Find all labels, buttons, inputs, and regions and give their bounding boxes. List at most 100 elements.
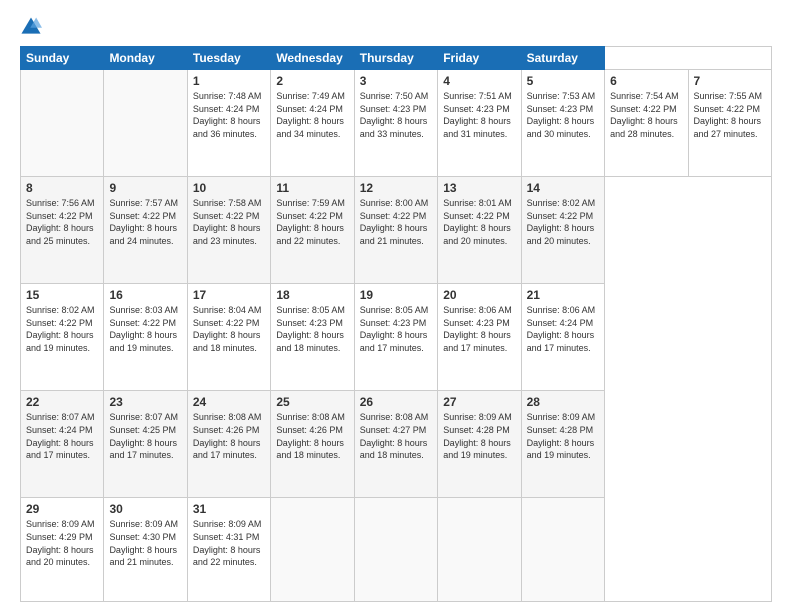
day-number: 15 bbox=[26, 288, 98, 302]
weekday-header-cell: Wednesday bbox=[271, 47, 354, 70]
day-number: 27 bbox=[443, 395, 515, 409]
calendar-day-cell: 10 Sunrise: 7:58 AMSunset: 4:22 PMDaylig… bbox=[187, 177, 270, 284]
day-number: 22 bbox=[26, 395, 98, 409]
weekday-header-cell: Sunday bbox=[21, 47, 104, 70]
calendar-day-cell: 26 Sunrise: 8:08 AMSunset: 4:27 PMDaylig… bbox=[354, 391, 437, 498]
calendar-day-cell: 5 Sunrise: 7:53 AMSunset: 4:23 PMDayligh… bbox=[521, 70, 604, 177]
calendar-day-cell: 3 Sunrise: 7:50 AMSunset: 4:23 PMDayligh… bbox=[354, 70, 437, 177]
day-info: Sunrise: 7:53 AMSunset: 4:23 PMDaylight:… bbox=[527, 91, 596, 139]
day-info: Sunrise: 8:01 AMSunset: 4:22 PMDaylight:… bbox=[443, 198, 512, 246]
day-info: Sunrise: 8:04 AMSunset: 4:22 PMDaylight:… bbox=[193, 305, 262, 353]
calendar-day-cell bbox=[438, 498, 521, 602]
day-info: Sunrise: 8:09 AMSunset: 4:28 PMDaylight:… bbox=[443, 412, 512, 460]
calendar-day-cell: 28 Sunrise: 8:09 AMSunset: 4:28 PMDaylig… bbox=[521, 391, 604, 498]
day-info: Sunrise: 8:07 AMSunset: 4:24 PMDaylight:… bbox=[26, 412, 95, 460]
header bbox=[20, 16, 772, 38]
calendar-body: 1 Sunrise: 7:48 AMSunset: 4:24 PMDayligh… bbox=[21, 70, 772, 602]
calendar-day-cell: 11 Sunrise: 7:59 AMSunset: 4:22 PMDaylig… bbox=[271, 177, 354, 284]
day-info: Sunrise: 7:49 AMSunset: 4:24 PMDaylight:… bbox=[276, 91, 345, 139]
calendar-day-cell: 16 Sunrise: 8:03 AMSunset: 4:22 PMDaylig… bbox=[104, 284, 187, 391]
weekday-header-cell: Saturday bbox=[521, 47, 604, 70]
day-number: 9 bbox=[109, 181, 181, 195]
day-number: 18 bbox=[276, 288, 348, 302]
day-info: Sunrise: 8:02 AMSunset: 4:22 PMDaylight:… bbox=[26, 305, 95, 353]
day-info: Sunrise: 7:50 AMSunset: 4:23 PMDaylight:… bbox=[360, 91, 429, 139]
day-info: Sunrise: 8:08 AMSunset: 4:26 PMDaylight:… bbox=[193, 412, 262, 460]
day-info: Sunrise: 7:54 AMSunset: 4:22 PMDaylight:… bbox=[610, 91, 679, 139]
calendar-day-cell: 27 Sunrise: 8:09 AMSunset: 4:28 PMDaylig… bbox=[438, 391, 521, 498]
day-info: Sunrise: 7:58 AMSunset: 4:22 PMDaylight:… bbox=[193, 198, 262, 246]
day-number: 21 bbox=[527, 288, 599, 302]
calendar-day-cell: 4 Sunrise: 7:51 AMSunset: 4:23 PMDayligh… bbox=[438, 70, 521, 177]
calendar-day-cell: 19 Sunrise: 8:05 AMSunset: 4:23 PMDaylig… bbox=[354, 284, 437, 391]
day-number: 25 bbox=[276, 395, 348, 409]
calendar-day-cell: 6 Sunrise: 7:54 AMSunset: 4:22 PMDayligh… bbox=[605, 70, 688, 177]
day-number: 26 bbox=[360, 395, 432, 409]
day-number: 16 bbox=[109, 288, 181, 302]
weekday-header: SundayMondayTuesdayWednesdayThursdayFrid… bbox=[21, 47, 772, 70]
calendar-day-cell: 13 Sunrise: 8:01 AMSunset: 4:22 PMDaylig… bbox=[438, 177, 521, 284]
day-info: Sunrise: 8:09 AMSunset: 4:29 PMDaylight:… bbox=[26, 519, 95, 567]
calendar-day-cell: 9 Sunrise: 7:57 AMSunset: 4:22 PMDayligh… bbox=[104, 177, 187, 284]
logo-icon bbox=[20, 16, 42, 38]
day-number: 19 bbox=[360, 288, 432, 302]
day-number: 6 bbox=[610, 74, 682, 88]
day-number: 10 bbox=[193, 181, 265, 195]
day-info: Sunrise: 8:07 AMSunset: 4:25 PMDaylight:… bbox=[109, 412, 178, 460]
logo bbox=[20, 16, 46, 38]
calendar-week-row: 8 Sunrise: 7:56 AMSunset: 4:22 PMDayligh… bbox=[21, 177, 772, 284]
day-info: Sunrise: 8:03 AMSunset: 4:22 PMDaylight:… bbox=[109, 305, 178, 353]
calendar-week-row: 1 Sunrise: 7:48 AMSunset: 4:24 PMDayligh… bbox=[21, 70, 772, 177]
day-info: Sunrise: 8:06 AMSunset: 4:24 PMDaylight:… bbox=[527, 305, 596, 353]
day-info: Sunrise: 7:51 AMSunset: 4:23 PMDaylight:… bbox=[443, 91, 512, 139]
calendar-day-cell: 30 Sunrise: 8:09 AMSunset: 4:30 PMDaylig… bbox=[104, 498, 187, 602]
day-number: 8 bbox=[26, 181, 98, 195]
day-info: Sunrise: 7:48 AMSunset: 4:24 PMDaylight:… bbox=[193, 91, 262, 139]
day-info: Sunrise: 8:08 AMSunset: 4:27 PMDaylight:… bbox=[360, 412, 429, 460]
calendar-day-cell: 23 Sunrise: 8:07 AMSunset: 4:25 PMDaylig… bbox=[104, 391, 187, 498]
calendar-day-cell: 12 Sunrise: 8:00 AMSunset: 4:22 PMDaylig… bbox=[354, 177, 437, 284]
calendar-week-row: 15 Sunrise: 8:02 AMSunset: 4:22 PMDaylig… bbox=[21, 284, 772, 391]
calendar-day-cell bbox=[21, 70, 104, 177]
day-info: Sunrise: 8:00 AMSunset: 4:22 PMDaylight:… bbox=[360, 198, 429, 246]
calendar-day-cell bbox=[271, 498, 354, 602]
day-number: 29 bbox=[26, 502, 98, 516]
calendar-day-cell: 15 Sunrise: 8:02 AMSunset: 4:22 PMDaylig… bbox=[21, 284, 104, 391]
calendar-day-cell: 31 Sunrise: 8:09 AMSunset: 4:31 PMDaylig… bbox=[187, 498, 270, 602]
weekday-header-cell: Thursday bbox=[354, 47, 437, 70]
day-number: 5 bbox=[527, 74, 599, 88]
day-info: Sunrise: 8:05 AMSunset: 4:23 PMDaylight:… bbox=[276, 305, 345, 353]
day-number: 13 bbox=[443, 181, 515, 195]
calendar-day-cell: 22 Sunrise: 8:07 AMSunset: 4:24 PMDaylig… bbox=[21, 391, 104, 498]
day-info: Sunrise: 7:59 AMSunset: 4:22 PMDaylight:… bbox=[276, 198, 345, 246]
calendar-week-row: 22 Sunrise: 8:07 AMSunset: 4:24 PMDaylig… bbox=[21, 391, 772, 498]
day-number: 20 bbox=[443, 288, 515, 302]
calendar-day-cell: 25 Sunrise: 8:08 AMSunset: 4:26 PMDaylig… bbox=[271, 391, 354, 498]
day-number: 30 bbox=[109, 502, 181, 516]
day-number: 17 bbox=[193, 288, 265, 302]
calendar-table: SundayMondayTuesdayWednesdayThursdayFrid… bbox=[20, 46, 772, 602]
calendar-day-cell: 29 Sunrise: 8:09 AMSunset: 4:29 PMDaylig… bbox=[21, 498, 104, 602]
day-number: 12 bbox=[360, 181, 432, 195]
day-number: 3 bbox=[360, 74, 432, 88]
day-number: 4 bbox=[443, 74, 515, 88]
day-number: 24 bbox=[193, 395, 265, 409]
day-info: Sunrise: 8:06 AMSunset: 4:23 PMDaylight:… bbox=[443, 305, 512, 353]
calendar-day-cell: 8 Sunrise: 7:56 AMSunset: 4:22 PMDayligh… bbox=[21, 177, 104, 284]
day-info: Sunrise: 8:09 AMSunset: 4:30 PMDaylight:… bbox=[109, 519, 178, 567]
day-number: 11 bbox=[276, 181, 348, 195]
weekday-header-cell: Monday bbox=[104, 47, 187, 70]
day-info: Sunrise: 7:55 AMSunset: 4:22 PMDaylight:… bbox=[694, 91, 763, 139]
calendar-day-cell: 7 Sunrise: 7:55 AMSunset: 4:22 PMDayligh… bbox=[688, 70, 772, 177]
day-info: Sunrise: 8:05 AMSunset: 4:23 PMDaylight:… bbox=[360, 305, 429, 353]
calendar-day-cell bbox=[104, 70, 187, 177]
calendar-day-cell: 14 Sunrise: 8:02 AMSunset: 4:22 PMDaylig… bbox=[521, 177, 604, 284]
calendar-day-cell: 18 Sunrise: 8:05 AMSunset: 4:23 PMDaylig… bbox=[271, 284, 354, 391]
calendar-day-cell: 21 Sunrise: 8:06 AMSunset: 4:24 PMDaylig… bbox=[521, 284, 604, 391]
calendar-day-cell: 24 Sunrise: 8:08 AMSunset: 4:26 PMDaylig… bbox=[187, 391, 270, 498]
calendar-day-cell: 2 Sunrise: 7:49 AMSunset: 4:24 PMDayligh… bbox=[271, 70, 354, 177]
weekday-header-cell: Tuesday bbox=[187, 47, 270, 70]
day-info: Sunrise: 7:56 AMSunset: 4:22 PMDaylight:… bbox=[26, 198, 95, 246]
day-info: Sunrise: 8:08 AMSunset: 4:26 PMDaylight:… bbox=[276, 412, 345, 460]
weekday-header-cell: Friday bbox=[438, 47, 521, 70]
